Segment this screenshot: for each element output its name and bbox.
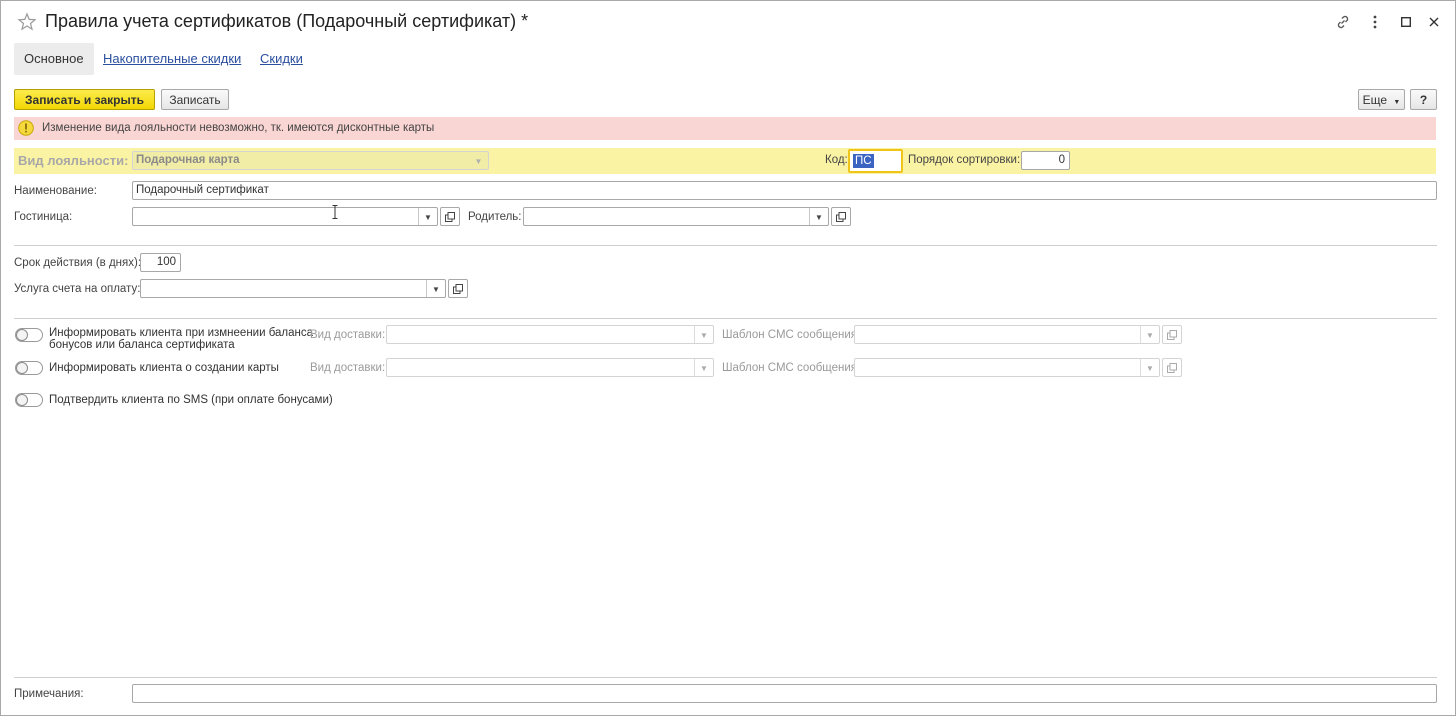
creation-notify-label: Информировать клиента о создании карты <box>49 362 279 374</box>
notes-label: Примечания: <box>14 688 84 700</box>
tab-discounts[interactable]: Скидки <box>250 43 313 75</box>
warning-text: Изменение вида лояльности невозможно, тк… <box>42 122 435 134</box>
service-field[interactable]: ▼ <box>140 279 446 298</box>
balance-notify-label-line1: Информировать клиента при измнеении бала… <box>49 327 314 339</box>
open-icon <box>836 211 846 222</box>
hotel-label: Гостиница: <box>14 211 73 223</box>
name-label: Наименование: <box>14 185 97 197</box>
sort-order-field[interactable]: 0 <box>1021 151 1070 170</box>
parent-field[interactable]: ▼ <box>523 207 829 226</box>
sms-template-open-button[interactable] <box>1162 325 1182 344</box>
balance-notify-label-line2: бонусов или баланса сертификата <box>49 339 235 351</box>
maximize-icon[interactable] <box>1397 13 1415 31</box>
notes-field[interactable] <box>132 684 1437 703</box>
sms-confirm-toggle[interactable] <box>15 393 43 407</box>
hotel-open-button[interactable] <box>440 207 460 226</box>
tab-cumulative-discounts[interactable]: Накопительные скидки <box>93 43 251 75</box>
chevron-down-icon[interactable]: ▼ <box>694 359 713 376</box>
loyalty-type-field[interactable]: Подарочная карта ▼ <box>132 151 489 170</box>
sms-template-field[interactable]: ▼ <box>854 325 1160 344</box>
open-icon <box>453 283 463 294</box>
more-actions-button[interactable]: Еще ▼ <box>1358 89 1405 110</box>
warning-icon <box>18 120 34 136</box>
delivery-type-field[interactable]: ▼ <box>386 325 714 344</box>
chevron-down-icon[interactable]: ▼ <box>1140 359 1159 376</box>
code-field[interactable]: ПС <box>848 149 903 173</box>
form-window: Правила учета сертификатов (Подарочный с… <box>0 0 1456 716</box>
favorite-star-icon[interactable] <box>17 12 37 32</box>
balance-notify-toggle[interactable] <box>15 328 43 342</box>
save-button[interactable]: Записать <box>161 89 229 110</box>
validity-field[interactable]: 100 <box>140 253 181 272</box>
help-button[interactable]: ? <box>1410 89 1437 110</box>
chevron-down-icon[interactable]: ▼ <box>418 208 437 225</box>
chevron-down-icon: ▼ <box>1393 99 1401 106</box>
validity-label: Срок действия (в днях): <box>14 257 142 269</box>
loyalty-type-label: Вид лояльности: <box>18 153 129 168</box>
sort-order-label: Порядок сортировки: <box>908 154 1021 166</box>
loyalty-type-value: Подарочная карта <box>136 154 240 166</box>
open-icon <box>1167 362 1177 373</box>
separator <box>14 245 1437 246</box>
sms-confirm-label: Подтвердить клиента по SMS (при оплате б… <box>49 394 333 406</box>
delivery-type-label: Вид доставки: <box>310 329 386 341</box>
open-icon <box>1167 329 1177 340</box>
text-cursor-icon <box>332 205 338 219</box>
warning-banner: Изменение вида лояльности невозможно, тк… <box>14 117 1436 140</box>
balance-notify-label: Информировать клиента при измнеении бала… <box>49 327 313 351</box>
link-icon[interactable] <box>1334 13 1352 31</box>
service-open-button[interactable] <box>448 279 468 298</box>
sms-template-open-button[interactable] <box>1162 358 1182 377</box>
tab-main[interactable]: Основное <box>14 43 94 75</box>
open-icon <box>445 211 455 222</box>
more-actions-label: Еще <box>1362 93 1388 107</box>
save-and-close-button[interactable]: Записать и закрыть <box>14 89 155 110</box>
sms-template-label: Шаблон СМС сообщения: <box>722 329 861 341</box>
service-label: Услуга счета на оплату: <box>14 283 141 295</box>
close-icon[interactable] <box>1425 13 1443 31</box>
sms-template-label: Шаблон СМС сообщения: <box>722 362 861 374</box>
chevron-down-icon[interactable]: ▼ <box>426 280 445 297</box>
more-vert-icon[interactable] <box>1366 13 1384 31</box>
code-value: ПС <box>853 154 874 168</box>
creation-notify-toggle[interactable] <box>15 361 43 375</box>
chevron-down-icon[interactable]: ▼ <box>694 326 713 343</box>
window-title: Правила учета сертификатов (Подарочный с… <box>45 11 529 31</box>
parent-open-button[interactable] <box>831 207 851 226</box>
chevron-down-icon[interactable]: ▼ <box>809 208 828 225</box>
chevron-down-icon[interactable]: ▼ <box>469 152 488 169</box>
name-field[interactable]: Подарочный сертификат <box>132 181 1437 200</box>
sms-template-field[interactable]: ▼ <box>854 358 1160 377</box>
code-label: Код: <box>825 154 848 166</box>
separator <box>14 677 1437 678</box>
delivery-type-label: Вид доставки: <box>310 362 386 374</box>
delivery-type-field[interactable]: ▼ <box>386 358 714 377</box>
hotel-field[interactable]: ▼ <box>132 207 438 226</box>
chevron-down-icon[interactable]: ▼ <box>1140 326 1159 343</box>
separator <box>14 318 1437 319</box>
parent-label: Родитель: <box>468 211 522 223</box>
